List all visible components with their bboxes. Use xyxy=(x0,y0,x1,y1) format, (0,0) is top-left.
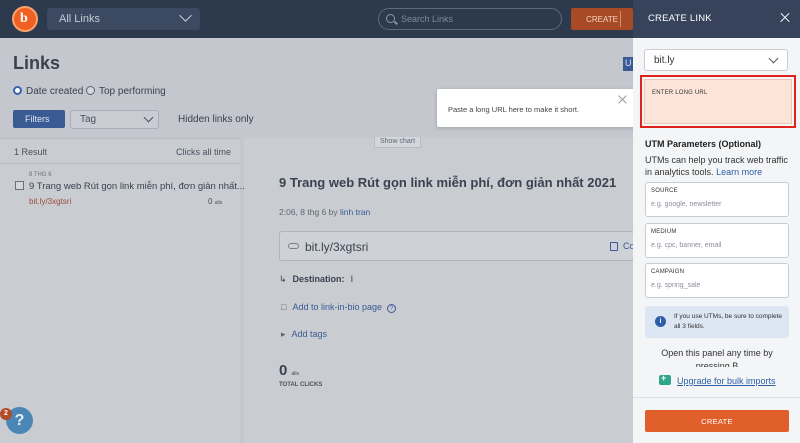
keyboard-shortcut-hint: Open this panel any time by pressing B xyxy=(661,348,773,367)
close-icon[interactable] xyxy=(780,13,790,23)
tag-label: Tag xyxy=(80,114,97,125)
total-clicks-value: 0 alis xyxy=(279,362,299,379)
tag-dropdown[interactable]: Tag xyxy=(70,110,159,129)
sort-date-created-radio[interactable]: Date created xyxy=(13,86,83,97)
utm-campaign-field[interactable]: CAMPAIGN e.g. spring_sale xyxy=(645,263,789,298)
field-placeholder: e.g. cpc, banner, email xyxy=(651,242,722,249)
search-placeholder: Search Links xyxy=(401,14,454,24)
list-item-checkbox[interactable] xyxy=(15,181,24,190)
bulk-imports-link[interactable]: Upgrade for bulk imports xyxy=(659,373,776,386)
search-input[interactable]: Search Links xyxy=(378,8,562,30)
chevron-down-icon xyxy=(179,9,192,22)
link-meta: 2:06, 8 thg 6 by linh tran xyxy=(279,207,370,217)
bitly-logo[interactable]: b xyxy=(12,6,38,32)
filters-button[interactable]: Filters xyxy=(13,110,65,128)
close-icon[interactable] xyxy=(617,95,627,105)
divider xyxy=(0,163,240,164)
hidden-links-toggle[interactable]: Hidden links only xyxy=(178,114,254,125)
chevron-down-icon xyxy=(143,112,154,123)
total-clicks-unit: alis xyxy=(291,371,300,377)
sort-option-label: Top performing xyxy=(99,86,166,97)
total-clicks-label: TOTAL CLICKS xyxy=(279,382,323,388)
destination-row: ↳ Destination: I xyxy=(279,274,353,285)
show-chart-button[interactable]: Show chart xyxy=(374,137,422,148)
add-bio-label: Add to link-in-bio page xyxy=(292,302,382,312)
short-url[interactable]: bit.ly/3xgtsri xyxy=(305,240,368,254)
link-author[interactable]: linh tran xyxy=(340,207,370,217)
list-item-short-link[interactable]: bit.ly/3xgtsri xyxy=(29,197,71,206)
link-icon xyxy=(288,243,299,249)
clicks-value: 0 xyxy=(208,197,213,206)
utm-heading: UTM Parameters (Optional) xyxy=(645,139,762,149)
utm-description: UTMs can help you track web traffic in a… xyxy=(645,154,793,178)
panel-title: CREATE LINK xyxy=(648,13,712,24)
clicks-all-time-header: Clicks all time xyxy=(176,147,232,157)
bio-page-icon: □ xyxy=(281,302,287,312)
chevron-down-icon xyxy=(768,53,779,64)
domain-value: bit.ly xyxy=(654,55,675,66)
list-item-date: 8 THG 6 xyxy=(29,172,52,178)
list-item-clicks: 0 alis xyxy=(208,197,222,206)
create-button[interactable]: CREATE xyxy=(645,410,789,432)
field-label: MEDIUM xyxy=(651,229,677,235)
clicks-unit: alis xyxy=(214,200,223,206)
bulk-imports-label: Upgrade for bulk imports xyxy=(677,376,776,386)
info-text: If you use UTMs, be sure to complete all… xyxy=(674,313,783,330)
add-to-bio-link[interactable]: □ Add to link-in-bio page? xyxy=(281,302,396,313)
radio-selected-icon xyxy=(13,86,22,95)
logo-letter: b xyxy=(20,11,28,26)
utm-source-field[interactable]: SOURCE e.g. google, newsletter xyxy=(645,182,789,217)
field-placeholder: e.g. spring_sale xyxy=(651,282,701,289)
list-item-title[interactable]: 9 Trang web Rút gọn link miễn phí, đơn g… xyxy=(29,181,245,192)
sort-option-label: Date created xyxy=(26,86,84,97)
sort-top-performing-radio[interactable]: Top performing xyxy=(86,86,166,97)
add-tags-link[interactable]: ▸ Add tags xyxy=(281,329,327,340)
utm-medium-field[interactable]: MEDIUM e.g. cpc, banner, email xyxy=(645,223,789,258)
long-url-label: ENTER LONG URL xyxy=(652,90,708,96)
help-icon[interactable]: ? xyxy=(387,304,396,313)
short-link-box: bit.ly/3xgtsri Co xyxy=(279,231,635,261)
bulk-import-icon xyxy=(659,373,671,385)
field-label: CAMPAIGN xyxy=(651,269,685,275)
domain-select[interactable]: bit.ly xyxy=(644,49,788,71)
search-icon xyxy=(386,14,395,23)
utm-info-box: i If you use UTMs, be sure to complete a… xyxy=(645,306,789,338)
create-top-button[interactable]: CREATE xyxy=(571,8,633,30)
tag-icon: ▸ xyxy=(281,329,286,339)
field-label: SOURCE xyxy=(651,188,678,194)
copy-icon[interactable] xyxy=(610,242,618,251)
add-tags-label: Add tags xyxy=(291,329,328,339)
field-placeholder: e.g. google, newsletter xyxy=(651,201,722,208)
tooltip-text: Paste a long URL here to make it short. xyxy=(448,105,580,114)
learn-more-link[interactable]: Learn more xyxy=(716,167,762,177)
page-title: Links xyxy=(13,53,61,73)
destination-label: Destination: xyxy=(292,274,345,284)
all-links-dropdown[interactable]: All Links xyxy=(47,8,200,30)
long-url-input[interactable]: ENTER LONG URL xyxy=(644,79,792,124)
all-links-label: All Links xyxy=(59,13,100,25)
long-url-highlight: ENTER LONG URL xyxy=(640,75,796,128)
long-url-tooltip: Paste a long URL here to make it short. xyxy=(437,89,643,127)
destination-value[interactable]: I xyxy=(351,274,354,284)
radio-unselected-icon xyxy=(86,86,95,95)
link-meta-prefix: 2:06, 8 thg 6 by xyxy=(279,207,338,217)
total-clicks-number: 0 xyxy=(279,362,288,379)
info-icon: i xyxy=(655,316,666,327)
link-title: 9 Trang web Rút gọn link miễn phí, đơn g… xyxy=(279,175,617,190)
divider xyxy=(633,397,800,398)
arrow-icon: ↳ xyxy=(279,274,287,284)
result-count: 1 Result xyxy=(14,147,48,157)
notification-badge: 2 xyxy=(0,408,12,420)
